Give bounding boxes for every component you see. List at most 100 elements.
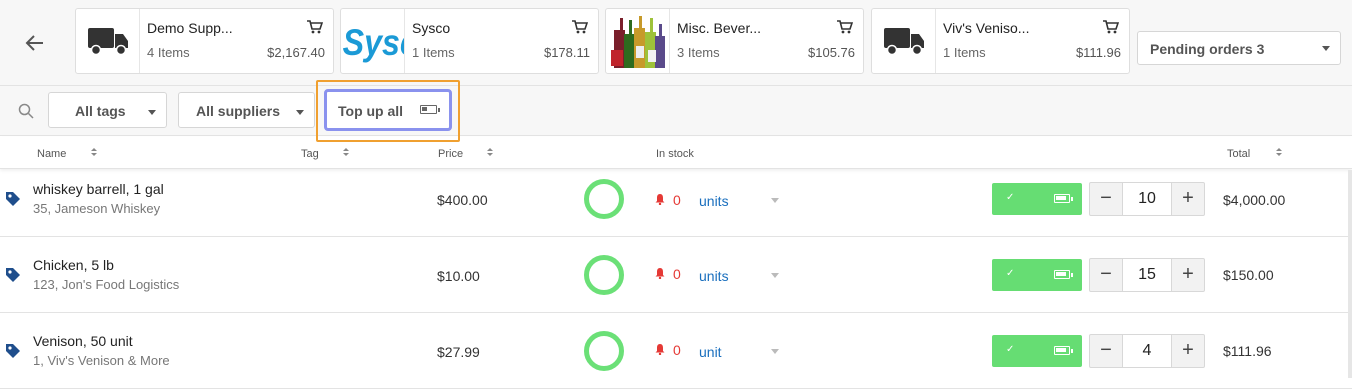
tag-icon[interactable]	[4, 266, 22, 284]
row-total: $111.96	[1223, 343, 1272, 359]
product-name[interactable]: whiskey barrell, 1 gal	[33, 181, 164, 197]
decrement-button[interactable]: −	[1089, 334, 1123, 368]
product-subtitle: 35, Jameson Whiskey	[33, 201, 161, 216]
table-row: whiskey barrell, 1 gal 35, Jameson Whisk…	[0, 161, 1352, 237]
suppliers-filter-label: All suppliers	[196, 103, 281, 119]
increment-button[interactable]: +	[1171, 258, 1205, 292]
tag-icon[interactable]	[4, 342, 22, 360]
supplier-item-count: 1 Items	[943, 45, 986, 60]
chevron-down-icon	[148, 110, 156, 115]
check-icon: ✓	[1006, 344, 1015, 355]
truck-icon	[76, 9, 140, 73]
table-row: Chicken, 5 lb 123, Jon's Food Logistics …	[0, 237, 1352, 313]
row-total: $4,000.00	[1223, 192, 1286, 208]
supplier-amount: $111.96	[1075, 45, 1121, 60]
supplier-card[interactable]: Viv's Veniso... 1 Items $111.96	[871, 8, 1130, 74]
battery-icon	[1054, 270, 1073, 279]
stock-level-ring	[584, 179, 624, 219]
supplier-item-count: 1 Items	[412, 45, 455, 60]
top-up-all-button[interactable]: Top up all	[324, 89, 452, 131]
stock-level-ring	[584, 331, 624, 371]
scrollbar[interactable]	[1348, 170, 1352, 378]
quantity-input[interactable]: 10	[1123, 182, 1171, 216]
truck-icon	[872, 9, 936, 73]
top-up-all-label: Top up all	[338, 103, 404, 119]
increment-button[interactable]: +	[1171, 182, 1205, 216]
column-header-name[interactable]: Name	[37, 148, 66, 160]
supplier-name: Viv's Veniso...	[943, 20, 1030, 36]
product-name[interactable]: Chicken, 5 lb	[33, 257, 114, 273]
stock-count: 0	[673, 342, 681, 358]
stock-count: 0	[673, 266, 681, 282]
chevron-down-icon	[296, 110, 304, 115]
battery-icon	[420, 105, 440, 114]
suppliers-filter-dropdown[interactable]: All suppliers	[178, 92, 315, 128]
unit-selector[interactable]: units	[699, 193, 729, 209]
chevron-down-icon[interactable]	[771, 273, 779, 278]
sysco-logo: Sysco	[341, 9, 405, 73]
search-icon[interactable]	[18, 103, 34, 119]
cart-icon	[837, 20, 853, 34]
sort-icon[interactable]	[487, 148, 493, 158]
top-up-button[interactable]: ✓	[992, 259, 1082, 291]
unit-selector[interactable]: units	[699, 268, 729, 284]
check-icon: ✓	[1006, 268, 1015, 279]
supplier-card[interactable]: Sysco Sysco 1 Items $178.11	[340, 8, 599, 74]
unit-selector[interactable]: unit	[699, 344, 722, 360]
supplier-item-count: 3 Items	[677, 45, 720, 60]
stock-count: 0	[673, 192, 681, 208]
cart-icon	[1103, 20, 1119, 34]
quantity-input[interactable]: 15	[1123, 258, 1171, 292]
product-name[interactable]: Venison, 50 unit	[33, 333, 133, 349]
battery-icon	[1054, 194, 1073, 203]
supplier-name: Misc. Bever...	[677, 20, 762, 36]
supplier-amount: $2,167.40	[267, 45, 325, 60]
cart-icon	[572, 20, 588, 34]
bell-alert-icon	[655, 194, 665, 205]
supplier-name: Demo Supp...	[147, 20, 233, 36]
tags-filter-label: All tags	[75, 103, 126, 119]
row-total: $150.00	[1223, 267, 1274, 283]
battery-icon	[1054, 346, 1073, 355]
bottles-image	[606, 9, 670, 73]
sort-icon[interactable]	[343, 148, 349, 158]
supplier-name: Sysco	[412, 20, 451, 36]
column-header-total[interactable]: Total	[1227, 148, 1250, 160]
supplier-bar: Demo Supp... 4 Items $2,167.40 Sysco Sys…	[0, 0, 1352, 86]
pending-orders-dropdown[interactable]: Pending orders 3	[1137, 31, 1341, 65]
sort-icon[interactable]	[91, 148, 97, 158]
cart-icon	[307, 20, 323, 34]
top-up-button[interactable]: ✓	[992, 183, 1082, 215]
product-price: $10.00	[437, 268, 480, 284]
bell-alert-icon	[655, 268, 665, 279]
sort-icon[interactable]	[1276, 148, 1282, 158]
tags-filter-dropdown[interactable]: All tags	[48, 92, 167, 128]
top-up-button[interactable]: ✓	[992, 335, 1082, 367]
column-header-in-stock: In stock	[656, 148, 694, 160]
chevron-down-icon[interactable]	[771, 198, 779, 203]
product-price: $27.99	[437, 344, 480, 360]
check-icon: ✓	[1006, 192, 1015, 203]
sysco-logo-text: Sysco	[343, 22, 404, 63]
back-arrow-icon[interactable]	[22, 30, 48, 56]
column-header-price[interactable]: Price	[438, 148, 463, 160]
chevron-down-icon[interactable]	[771, 349, 779, 354]
supplier-item-count: 4 Items	[147, 45, 190, 60]
decrement-button[interactable]: −	[1089, 182, 1123, 216]
increment-button[interactable]: +	[1171, 334, 1205, 368]
tag-icon[interactable]	[4, 190, 22, 208]
filter-bar: All tags All suppliers	[0, 86, 1352, 136]
chevron-down-icon	[1322, 46, 1330, 51]
pending-orders-label: Pending orders 3	[1150, 41, 1265, 57]
supplier-card[interactable]: Demo Supp... 4 Items $2,167.40	[75, 8, 334, 74]
product-price: $400.00	[437, 192, 488, 208]
bell-alert-icon	[655, 344, 665, 355]
column-header-tag[interactable]: Tag	[301, 148, 319, 160]
product-subtitle: 123, Jon's Food Logistics	[33, 277, 180, 292]
supplier-amount: $178.11	[543, 45, 590, 60]
quantity-input[interactable]: 4	[1123, 334, 1171, 368]
supplier-amount: $105.76	[808, 45, 855, 60]
decrement-button[interactable]: −	[1089, 258, 1123, 292]
product-subtitle: 1, Viv's Venison & More	[33, 353, 170, 368]
supplier-card[interactable]: Misc. Bever... 3 Items $105.76	[605, 8, 864, 74]
